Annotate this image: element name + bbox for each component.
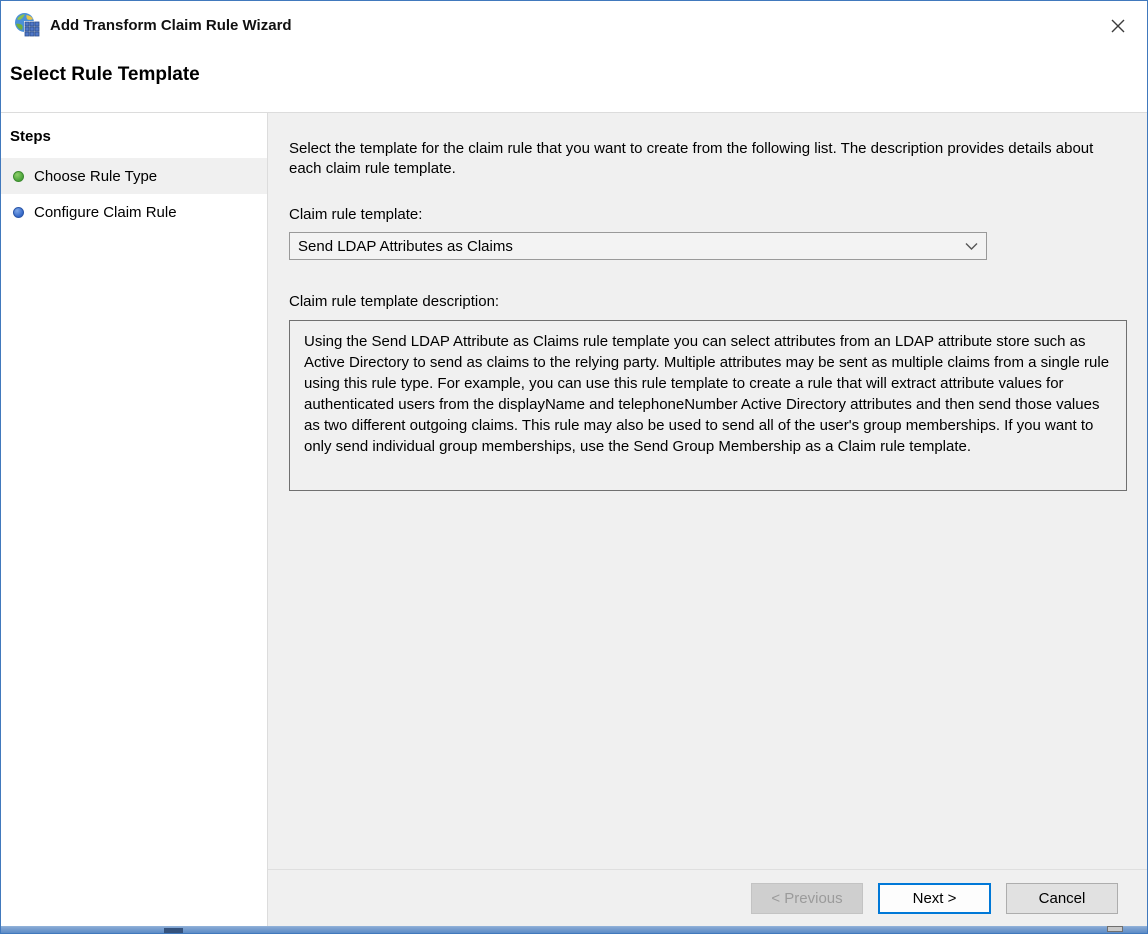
taskbar-edge-strip (1, 926, 1147, 933)
step-upcoming-bullet-icon (13, 207, 24, 218)
taskbar-icon-sliver (164, 928, 183, 933)
close-button[interactable] (1103, 11, 1133, 41)
previous-button[interactable]: < Previous (751, 883, 863, 914)
claim-rule-template-dropdown[interactable]: Send LDAP Attributes as Claims (289, 232, 987, 260)
step-label: Choose Rule Type (34, 168, 157, 185)
page-header: Select Rule Template (1, 49, 1147, 106)
step-configure-claim-rule[interactable]: Configure Claim Rule (1, 194, 267, 230)
wizard-content: Steps Choose Rule Type Configure Claim R… (1, 112, 1147, 926)
steps-heading: Steps (1, 125, 267, 158)
steps-sidebar: Steps Choose Rule Type Configure Claim R… (1, 113, 268, 926)
step-choose-rule-type[interactable]: Choose Rule Type (1, 158, 267, 194)
chevron-down-icon (956, 242, 986, 251)
intro-text: Select the template for the claim rule t… (289, 139, 1111, 179)
window-title: Add Transform Claim Rule Wizard (50, 17, 292, 34)
template-description-box: Using the Send LDAP Attribute as Claims … (289, 320, 1127, 491)
step-completed-bullet-icon (13, 171, 24, 182)
description-label: Claim rule template description: (289, 293, 1127, 310)
close-icon (1110, 18, 1126, 34)
titlebar: Add Transform Claim Rule Wizard (1, 1, 1147, 49)
main-panel: Select the template for the claim rule t… (268, 113, 1147, 926)
add-transform-claim-rule-wizard-window: Add Transform Claim Rule Wizard Select R… (0, 0, 1148, 934)
dropdown-selected-value: Send LDAP Attributes as Claims (290, 238, 956, 255)
cancel-button[interactable]: Cancel (1006, 883, 1118, 914)
claim-rule-template-label: Claim rule template: (289, 206, 1127, 223)
adfs-claim-rule-icon (14, 12, 41, 39)
step-label: Configure Claim Rule (34, 204, 177, 221)
page-title: Select Rule Template (10, 64, 200, 85)
next-button[interactable]: Next > (878, 883, 991, 914)
taskbar-icon-sliver (1107, 926, 1123, 932)
template-description-text: Using the Send LDAP Attribute as Claims … (304, 333, 1109, 455)
wizard-footer: < Previous Next > Cancel (268, 869, 1147, 926)
